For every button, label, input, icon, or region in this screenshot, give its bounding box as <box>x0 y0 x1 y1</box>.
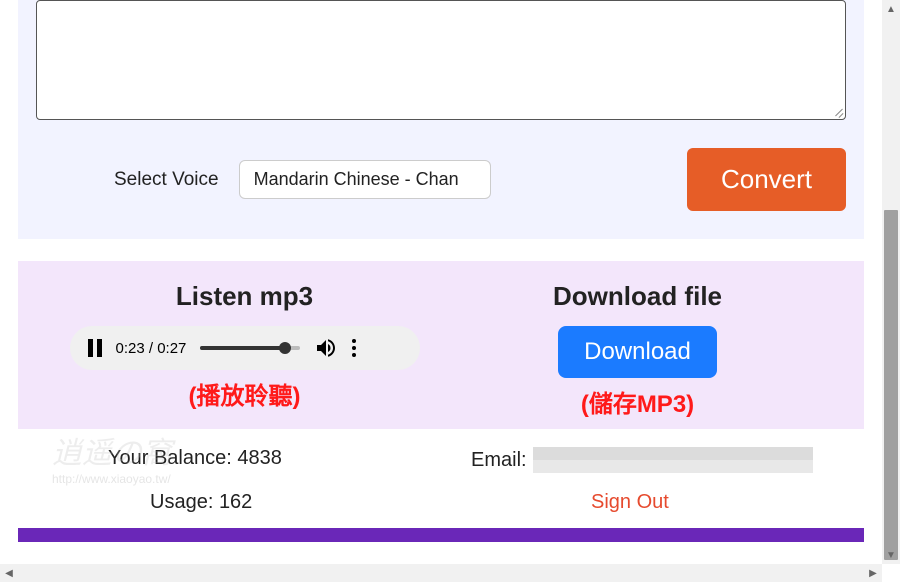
audio-progress-knob[interactable] <box>279 342 291 354</box>
sign-out-link[interactable]: Sign Out <box>591 491 834 514</box>
voice-row: Select Voice Mandarin Chinese - Chan Con… <box>114 148 846 211</box>
convert-button[interactable]: Convert <box>687 148 846 211</box>
usage-value: 162 <box>219 491 252 513</box>
watermark-url: http://www.xiaoyao.tw/ <box>52 472 172 486</box>
footer-bar <box>18 528 864 542</box>
horizontal-scrollbar[interactable]: ◀ ▶ <box>0 564 882 582</box>
audio-progress-fill <box>200 346 285 350</box>
pause-icon[interactable] <box>88 339 102 357</box>
audio-progress[interactable] <box>200 346 300 350</box>
email-label: Email: <box>471 449 527 472</box>
usage-row: Usage: 162 <box>150 491 441 514</box>
scroll-right-icon[interactable]: ▶ <box>864 564 882 582</box>
vertical-scroll-thumb[interactable] <box>884 210 898 560</box>
scroll-up-icon[interactable]: ▲ <box>882 0 900 18</box>
account-panel: Your Balance: 4838 Email: Usage: 162 Sig… <box>18 429 864 524</box>
audio-player[interactable]: 0:23 / 0:27 <box>70 326 420 370</box>
annotation-save: (儲存MP3) <box>581 384 694 419</box>
convert-panel: Select Voice Mandarin Chinese - Chan Con… <box>18 0 864 239</box>
download-button[interactable]: Download <box>558 326 717 378</box>
vertical-scrollbar[interactable]: ▲ ▼ <box>882 0 900 564</box>
scroll-left-icon[interactable]: ◀ <box>0 564 18 582</box>
download-title: Download file <box>553 281 722 312</box>
result-panel: Listen mp3 0:23 / 0:27 (播放聆聽) Download f… <box>18 261 864 429</box>
listen-column: Listen mp3 0:23 / 0:27 (播放聆聽) <box>48 281 441 419</box>
audio-time: 0:23 / 0:27 <box>116 340 187 357</box>
resize-handle[interactable] <box>833 107 843 117</box>
balance-value: 4838 <box>237 447 282 469</box>
email-redacted <box>533 447 813 473</box>
annotation-listen: (播放聆聽) <box>189 376 301 411</box>
content-viewport: Select Voice Mandarin Chinese - Chan Con… <box>0 0 882 564</box>
download-column: Download file Download (儲存MP3) <box>441 281 834 419</box>
usage-label: Usage: <box>150 491 213 513</box>
balance-row: Your Balance: 4838 <box>108 447 441 473</box>
text-input-area[interactable] <box>36 0 846 120</box>
listen-title: Listen mp3 <box>176 281 313 312</box>
audio-menu-icon[interactable] <box>352 339 356 357</box>
select-voice-label: Select Voice <box>114 169 219 191</box>
voice-select[interactable]: Mandarin Chinese - Chan <box>239 160 491 199</box>
balance-label: Your Balance: <box>108 447 232 469</box>
email-row: Email: <box>471 447 834 473</box>
volume-icon[interactable] <box>314 336 338 360</box>
scroll-down-icon[interactable]: ▼ <box>882 546 900 564</box>
